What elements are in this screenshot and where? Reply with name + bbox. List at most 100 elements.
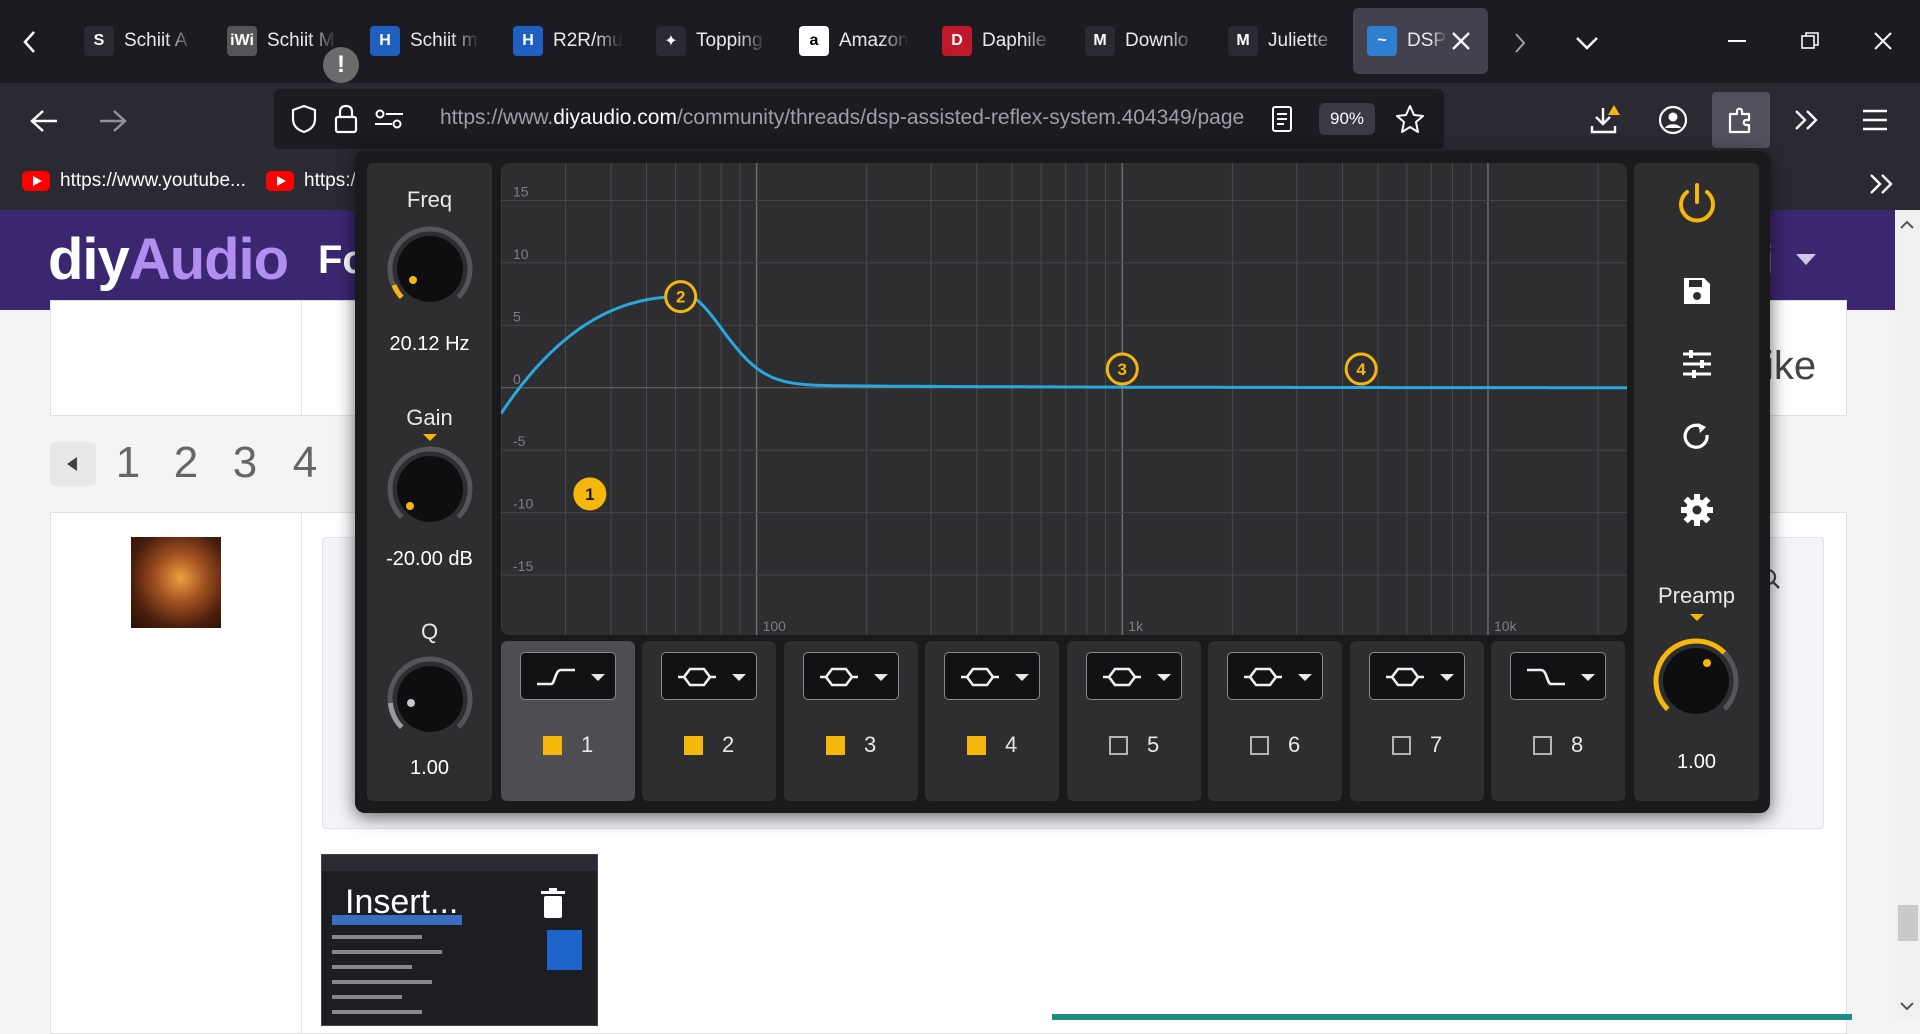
filter-type-select[interactable] [661,652,757,700]
bookmarks-overflow-button[interactable] [1866,168,1898,200]
reset-button[interactable] [1674,414,1720,460]
zoom-level-badge[interactable]: 90% [1319,103,1375,135]
eq-band-1[interactable]: 1 [501,641,635,801]
url-text[interactable]: https://www.diyaudio.com/community/threa… [440,106,1244,130]
close-tab-icon[interactable] [1448,28,1474,54]
tracking-protection-button[interactable] [288,103,320,135]
browser-tab[interactable]: D Daphile [928,8,1068,74]
filter-type-select[interactable] [944,652,1040,700]
band-enable-checkbox[interactable] [1533,736,1552,755]
bookmark-star-button[interactable] [1394,103,1426,135]
attachment-thumbnail[interactable] [321,854,598,1026]
post-divider [301,301,302,415]
browser-tab[interactable]: a Amazon [785,8,925,74]
chevron-down-icon [1298,674,1312,681]
band-enable-checkbox[interactable] [1392,736,1411,755]
bookmark-item[interactable]: https://www.youtube... [22,170,246,192]
page-scrollbar[interactable] [1895,210,1920,1020]
browser-nav-bar: https://www.diyaudio.com/community/threa… [0,83,1920,158]
url-bar[interactable]: https://www.diyaudio.com/community/threa… [274,89,1444,149]
browser-tab[interactable]: ✦ Topping [642,8,782,74]
preamp-knob[interactable] [1650,635,1742,727]
gain-knob[interactable] [384,443,476,535]
attachment-insert-label[interactable]: Insert... [345,883,458,922]
page-link-3[interactable]: 3 [224,438,266,487]
site-logo[interactable]: diyAudio [48,226,289,293]
notice-icon: ! [323,47,359,83]
browser-tab[interactable]: ~ DSP [1353,8,1488,74]
extensions-button[interactable] [1712,92,1770,148]
site-security-button[interactable] [330,103,362,135]
band-enable-checkbox[interactable] [1250,736,1269,755]
y-tick-label: -5 [513,433,526,449]
arrow-left-icon [30,110,57,132]
site-permissions-button[interactable] [372,103,406,135]
restore-button[interactable] [1797,28,1823,54]
band-enable-checkbox[interactable] [967,736,986,755]
scroll-down-arrow-icon[interactable] [1895,995,1920,1017]
power-button[interactable] [1674,181,1720,227]
eq-popup: Freq 20.12 Hz Gain -20.00 dB Q 1.00 15 10… [355,151,1770,813]
save-preset-button[interactable] [1674,268,1720,314]
chevron-down-icon [1157,674,1171,681]
eq-band-4[interactable]: 4 [925,641,1059,801]
browser-tab[interactable]: S Schiit A [70,8,210,74]
like-label[interactable]: ike [1765,344,1816,389]
browser-tab[interactable]: H Schiit m [356,8,496,74]
more-tools-button[interactable] [1790,103,1824,137]
reader-view-button[interactable] [1266,103,1298,135]
save-icon [1684,278,1710,304]
settings-button[interactable] [1674,487,1720,533]
list-all-tabs-button[interactable] [1572,28,1602,58]
eq-frequency-response-graph[interactable]: 15 10 5 0 -5 -10 -15 100 1k 10k 1 2 3 4 [501,163,1627,635]
band-enable-checkbox[interactable] [684,736,703,755]
tab-scroll-left-button[interactable] [0,0,60,83]
close-window-button[interactable] [1870,28,1896,54]
nav-dropdown-caret-icon[interactable] [1796,254,1816,265]
eq-band-6[interactable]: 6 [1208,641,1342,801]
filter-type-select[interactable] [803,652,899,700]
browser-tab[interactable]: H R2R/mu [499,8,639,74]
band-enable-checkbox[interactable] [826,736,845,755]
freq-knob[interactable] [384,223,476,315]
app-menu-button[interactable] [1858,103,1892,137]
y-tick-label: -10 [513,496,533,512]
eq-band-5[interactable]: 5 [1067,641,1201,801]
forward-button[interactable] [97,105,129,137]
minimize-button[interactable] [1724,28,1750,54]
filter-type-select[interactable] [1369,652,1465,700]
band-number: 3 [864,732,877,757]
filter-type-select[interactable] [1510,652,1606,700]
page-link-current[interactable]: 4 [279,438,331,487]
filter-type-select[interactable] [1227,652,1323,700]
eq-band-7[interactable]: 7 [1350,641,1484,801]
scroll-up-arrow-icon[interactable] [1895,214,1920,236]
filter-type-select[interactable] [520,652,616,700]
tab-scroll-right-button[interactable] [1505,28,1535,58]
back-button[interactable] [28,105,60,137]
eq-band-3[interactable]: 3 [784,641,918,801]
account-button[interactable] [1656,103,1690,137]
downloads-button[interactable] [1588,103,1622,137]
trash-icon[interactable] [540,888,566,920]
tab-title: Schiit A [124,30,188,51]
pager-prev-button[interactable] [50,442,96,486]
adjust-button[interactable] [1674,341,1720,387]
page-link-2[interactable]: 2 [165,438,207,487]
band-number: 4 [1005,732,1018,757]
filter-type-select[interactable] [1086,652,1182,700]
peaking-filter-icon [1103,667,1141,687]
eq-band-8[interactable]: 8 [1491,641,1625,801]
band-marker-label: 4 [1356,360,1366,379]
band-enable-checkbox[interactable] [543,736,562,755]
band-enable-checkbox[interactable] [1109,736,1128,755]
eq-band-2[interactable]: 2 [642,641,776,801]
browser-tab[interactable]: M Juliette [1214,8,1354,74]
page-link-1[interactable]: 1 [107,438,149,487]
q-knob[interactable] [384,653,476,745]
browser-tab[interactable]: M Downlo [1071,8,1211,74]
eq-graph-svg[interactable]: 15 10 5 0 -5 -10 -15 100 1k 10k 1 2 3 4 [501,163,1627,635]
scrollbar-thumb[interactable] [1898,905,1918,941]
user-avatar[interactable] [131,537,221,628]
bookmark-item[interactable]: https:/ [266,170,356,192]
